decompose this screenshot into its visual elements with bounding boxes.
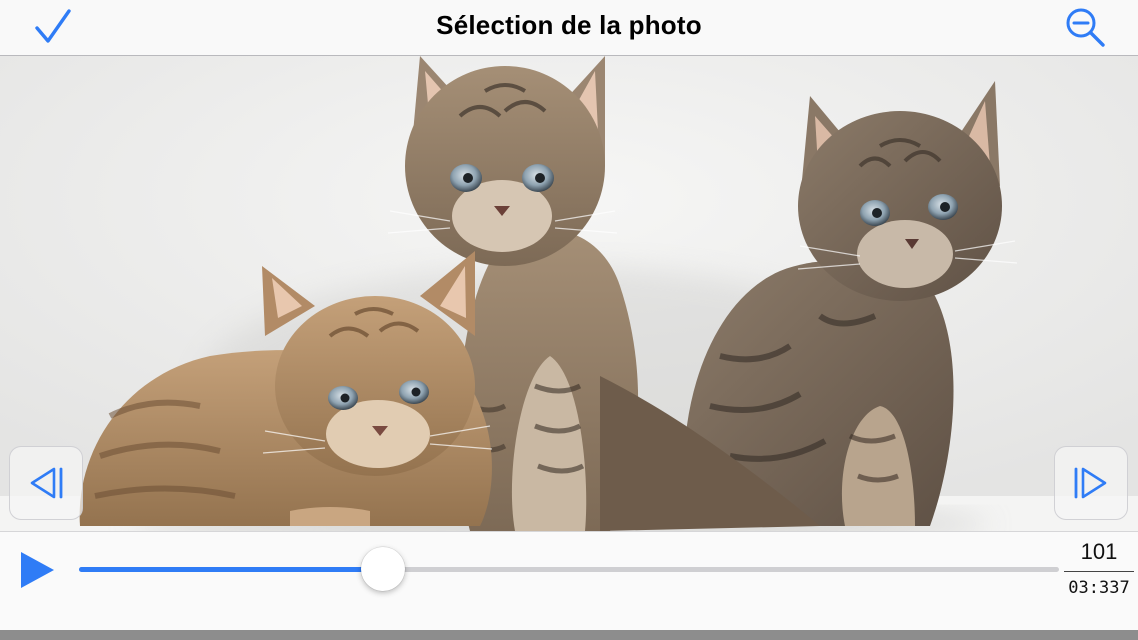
photo-preview[interactable] xyxy=(0,56,1138,531)
zoom-out-button[interactable] xyxy=(1062,6,1108,48)
frame-number: 101 xyxy=(1064,539,1134,572)
play-button[interactable] xyxy=(14,548,58,592)
play-icon xyxy=(21,552,54,588)
zoom-out-icon xyxy=(1066,8,1105,47)
navigation-bar: Sélection de la photo xyxy=(0,0,1138,56)
bottom-bar xyxy=(0,630,1138,640)
page-title: Sélection de la photo xyxy=(436,10,702,40)
playback-controls: 101 03:337 xyxy=(0,531,1138,631)
photo-selection-screen: Sélection de la photo 101 03:337 xyxy=(0,0,1138,640)
previous-frame-button[interactable] xyxy=(9,446,83,520)
kittens-photo xyxy=(0,56,1138,531)
timeline-slider[interactable] xyxy=(79,547,1059,591)
frame-time: 03:337 xyxy=(1068,578,1130,598)
timeline-thumb[interactable] xyxy=(360,547,405,591)
step-forward-icon xyxy=(1074,467,1107,499)
step-backward-icon xyxy=(30,467,63,499)
frame-readout: 101 03:337 xyxy=(1064,539,1134,598)
next-frame-button[interactable] xyxy=(1054,446,1128,520)
timeline-progress xyxy=(79,567,383,572)
